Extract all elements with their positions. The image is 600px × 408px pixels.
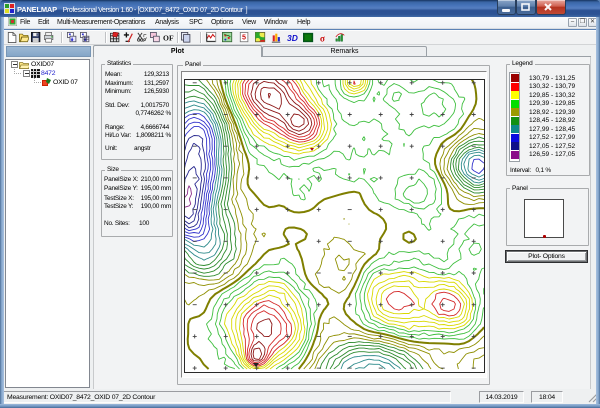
svg-text:3D: 3D [287,32,298,42]
svg-text:σ: σ [319,34,324,43]
svg-text:5: 5 [241,32,245,41]
svg-text:OF: OF [163,33,174,42]
